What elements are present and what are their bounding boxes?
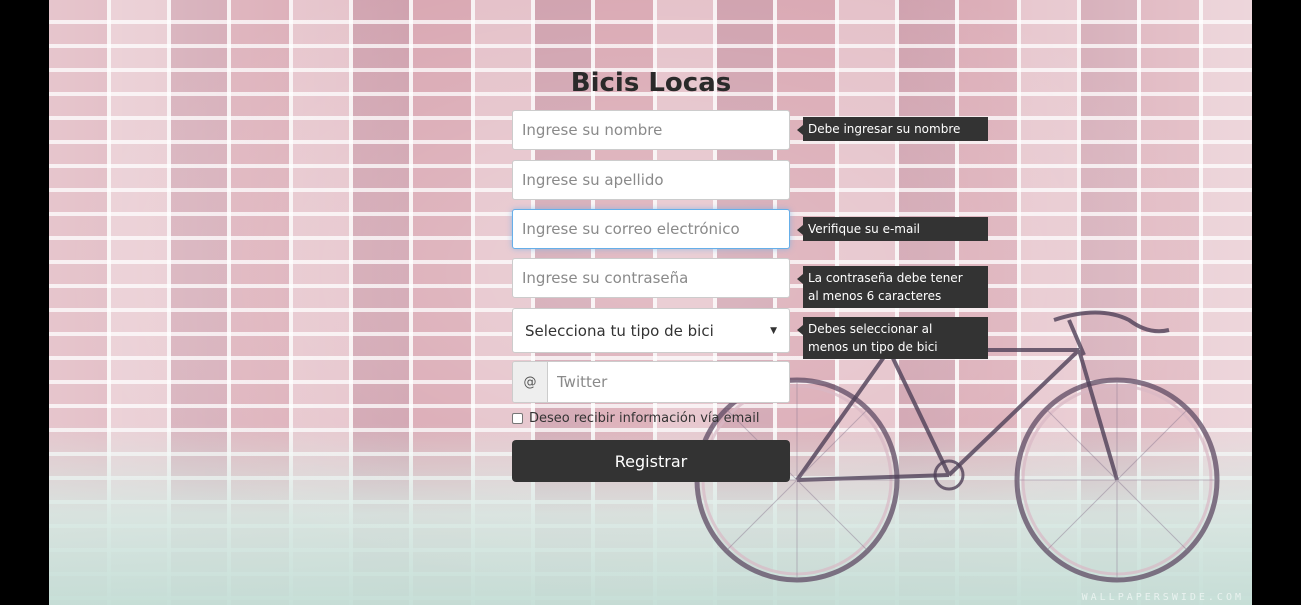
email-input[interactable] [512,209,790,249]
twitter-input[interactable] [548,362,789,402]
email-error-tooltip: Verifique su e-mail [797,217,988,241]
register-button[interactable]: Registrar [512,440,790,482]
newsletter-checkbox[interactable] [512,413,523,424]
newsletter-label: Deseo recibir información vía email [529,411,760,426]
name-input[interactable] [512,110,790,150]
bike-error-tooltip: Debes seleccionar al menos un tipo de bi… [797,317,988,359]
bike-error-line1: Debes seleccionar al [808,322,933,336]
password-input[interactable] [512,258,790,298]
watermark-text: WALLPAPERSWIDE.COM [1081,592,1244,603]
bike-type-select-value: Selecciona tu tipo de bici [525,321,714,340]
password-error-line2: al menos 6 caracteres [808,289,942,303]
bike-type-select[interactable]: Selecciona tu tipo de bici ▼ [512,308,790,353]
password-error-tooltip: La contraseña debe tener al menos 6 cara… [797,266,988,308]
at-sign-icon: @ [513,362,548,402]
name-error-text: Debe ingresar su nombre [808,122,961,136]
caret-down-icon: ▼ [770,325,777,336]
lastname-input[interactable] [512,160,790,200]
twitter-input-group: @ [512,361,790,403]
page-title: Bicis Locas [570,68,732,98]
newsletter-checkbox-row[interactable]: Deseo recibir información vía email [512,411,760,426]
bike-error-line2: menos un tipo de bici [808,340,938,354]
name-error-tooltip: Debe ingresar su nombre [797,117,988,141]
password-error-line1: La contraseña debe tener [808,271,963,285]
email-error-text: Verifique su e-mail [808,222,921,236]
